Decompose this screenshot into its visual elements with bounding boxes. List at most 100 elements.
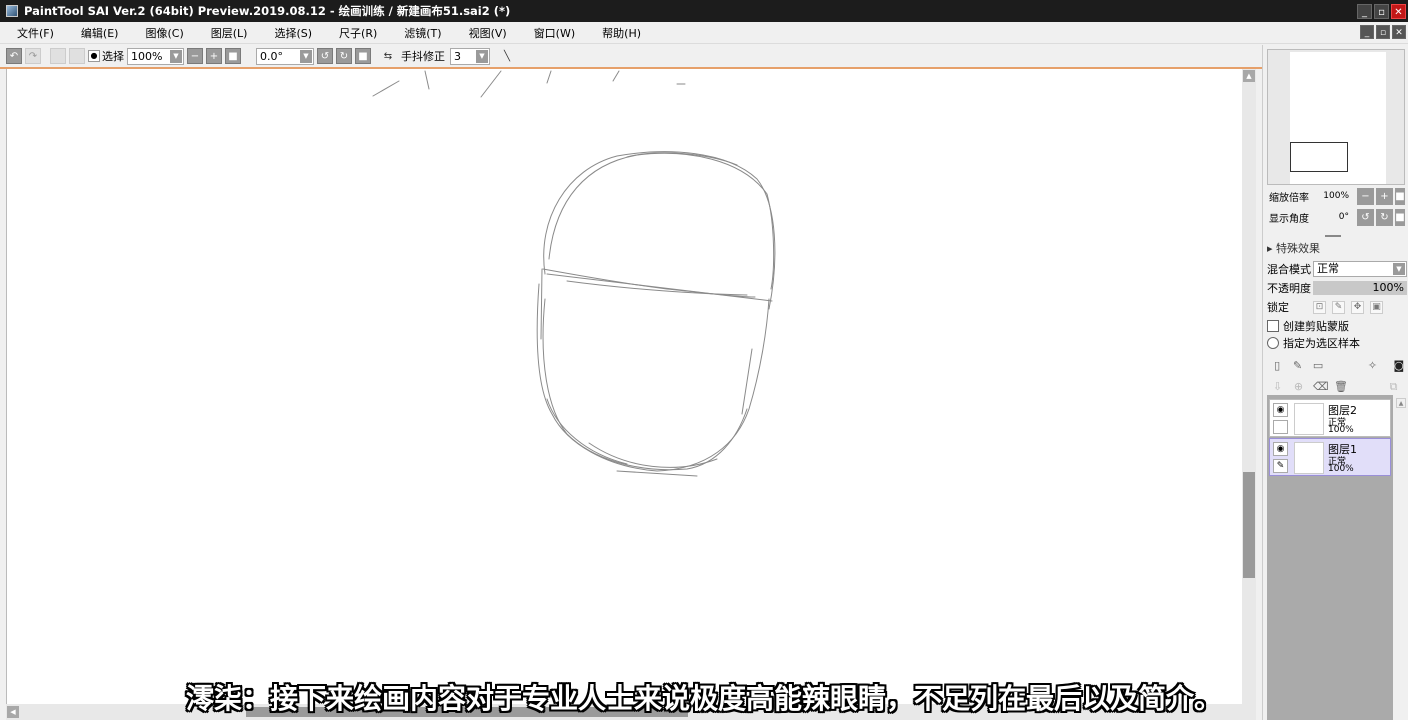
menu-window[interactable]: 窗口(W) [517,25,585,41]
title-bar: PaintTool SAI Ver.2 (64bit) Preview.2019… [0,0,1408,22]
restore-button[interactable]: ▫ [1374,3,1389,19]
rotate-cw-icon[interactable]: ↻ [336,48,352,64]
clipping-checkbox[interactable] [1267,320,1279,332]
vertical-scrollbar[interactable]: ▲ [1242,69,1256,704]
menu-file[interactable]: 文件(F) [0,25,64,41]
layer-thumbnail [1294,442,1324,474]
drawing-canvas[interactable] [6,69,1242,704]
nav-zoom-reset-icon[interactable]: ■ [1395,187,1405,205]
video-subtitle: 澪柒：接下来绘画内容对于专业人士来说极度高能辣眼睛，不足列在最后以及简介。 [185,682,1222,715]
minimize-button[interactable]: _ [1357,3,1372,19]
blend-mode-value: 正常 [1317,262,1339,275]
lock-row: 锁定 ⊡ ✎ ✥ ▣ [1267,298,1407,316]
merge-down-icon[interactable]: ⇩ [1271,380,1284,393]
stabilizer-value: 3 [454,49,461,63]
zoom-in-icon[interactable]: + [206,48,222,64]
chevron-down-icon: ▼ [1393,263,1405,275]
flip-horizontal-icon[interactable]: ⇆ [380,48,396,64]
lock-move-icon[interactable]: ✥ [1351,300,1364,314]
doc-minimize-button[interactable]: _ [1360,25,1374,39]
nav-rotate-ccw-icon[interactable]: ↺ [1357,208,1374,226]
clear-layer-icon[interactable]: ⌫ [1313,380,1329,393]
nav-rotate-cw-icon[interactable]: ↻ [1376,208,1393,226]
special-effects-toggle[interactable]: ▸ 特殊效果 [1267,240,1320,256]
menu-filter[interactable]: 滤镜(T) [387,25,451,41]
pencil-icon[interactable]: ✎ [1273,459,1288,473]
layer-mask-icon[interactable]: ◙ [1393,359,1405,372]
invert-selection-icon[interactable] [69,48,85,64]
opacity-label: 不透明度 [1267,282,1311,295]
doc-restore-button[interactable]: ▫ [1376,25,1390,39]
nav-angle-row: 显示角度 0° ↺ ↻ ■ [1269,208,1407,226]
zoom-out-icon[interactable]: − [187,48,203,64]
menu-image[interactable]: 图像(C) [128,25,193,41]
nav-zoom-row: 缩放倍率 100% − + ■ [1269,187,1407,205]
clipping-row[interactable]: 创建剪贴蒙版 [1267,317,1407,335]
nav-zoom-out-icon[interactable]: − [1357,187,1374,205]
lock-all-icon[interactable]: ▣ [1370,300,1383,314]
nav-zoom-in-icon[interactable]: + [1376,187,1393,205]
blend-mode-select[interactable]: 正常 ▼ [1313,261,1407,277]
layer-item-selected[interactable]: ◉ ✎ 图层1 正常 100% [1269,438,1391,476]
visibility-eye-icon[interactable]: ◉ [1273,403,1288,417]
blend-mode-row: 混合模式 正常 ▼ [1267,260,1407,278]
rotate-reset-icon[interactable]: ■ [355,48,371,64]
stabilizer-label: 手抖修正 [401,50,445,63]
zoom-select[interactable]: 100% ▼ [127,47,184,65]
nav-rotate-reset-icon[interactable]: ■ [1395,208,1405,226]
selection-source-row[interactable]: 指定为选区样本 [1267,334,1407,352]
stabilizer-select[interactable]: 3 ▼ [450,47,490,65]
close-button[interactable]: ✕ [1391,3,1406,19]
toolbar: ↶ ↷ ● 选择 100% ▼ − + ■ 0.0° ▼ ↺ ↻ ■ ⇆ 手抖修… [0,45,1262,69]
straight-line-icon[interactable]: ╲ [499,48,515,64]
menu-view[interactable]: 视图(V) [452,25,517,41]
menu-select[interactable]: 选择(S) [257,25,322,41]
menu-bar: 文件(F) 编辑(E) 图像(C) 图层(L) 选择(S) 尺子(R) 滤镜(T… [0,22,1408,44]
visibility-eye-icon[interactable]: ◉ [1273,442,1288,456]
new-linework-layer-icon[interactable]: ✎ [1291,359,1303,372]
angle-value: 0.0° [260,49,283,63]
layer-tools-row-1: ▯ ✎ ▭ ✧ ◙ [1267,355,1405,375]
chevron-down-icon: ▼ [300,49,312,63]
eye-icon: ● [88,50,100,62]
nav-angle-value[interactable]: 0° [1317,212,1349,222]
special-effects-label: 特殊效果 [1276,242,1321,255]
zoom-reset-icon[interactable]: ■ [225,48,241,64]
new-layer-icon[interactable]: ▯ [1271,359,1283,372]
navigator-preview[interactable] [1267,49,1405,185]
selection-toggle[interactable]: ● 选择 [88,48,124,65]
layer-item[interactable]: ◉ 图层2 正常 100% [1269,399,1391,437]
menu-edit[interactable]: 编辑(E) [64,25,129,41]
right-panel: 缩放倍率 100% − + ■ 显示角度 0° ↺ ↻ ■ ▸ 特殊效果 混合模… [1262,45,1408,720]
scroll-up-icon[interactable]: ▲ [1396,398,1406,408]
navigator-viewport[interactable] [1290,142,1348,172]
layer-list: ◉ 图层2 正常 100% ◉ ✎ 图层1 正常 100% [1267,395,1393,720]
panel-splitter[interactable] [1325,235,1341,237]
merge-visible-icon[interactable]: ⊕ [1292,380,1305,393]
scroll-up-icon[interactable]: ▲ [1243,70,1255,82]
layer-options-icon[interactable]: ⧉ [1387,380,1400,393]
nav-zoom-label: 缩放倍率 [1269,192,1309,204]
opacity-slider[interactable]: 100% [1313,281,1407,295]
selection-source-radio[interactable] [1267,337,1279,349]
undo-icon[interactable]: ↶ [6,48,22,64]
new-folder-icon[interactable]: ▭ [1312,359,1324,372]
menu-ruler[interactable]: 尺子(R) [322,25,387,41]
redo-icon[interactable]: ↷ [25,48,41,64]
zoom-value: 100% [131,49,163,63]
menu-layer[interactable]: 图层(L) [194,25,258,41]
layer-effect-icon[interactable]: ✧ [1366,359,1378,372]
lock-label: 锁定 [1267,301,1289,314]
doc-close-button[interactable]: ✕ [1392,25,1406,39]
deselect-icon[interactable] [50,48,66,64]
lock-transparency-icon[interactable]: ⊡ [1313,300,1326,314]
lock-paint-icon[interactable]: ✎ [1332,300,1345,314]
delete-layer-icon[interactable]: 🗑 [1334,380,1348,393]
angle-select[interactable]: 0.0° ▼ [256,47,314,65]
menu-help[interactable]: 帮助(H) [585,25,651,41]
rotate-ccw-icon[interactable]: ↺ [317,48,333,64]
vertical-scroll-thumb[interactable] [1243,472,1255,578]
layer-list-scrollbar[interactable]: ▲ [1395,395,1407,720]
layer-sub-toggle[interactable] [1273,420,1288,434]
nav-zoom-value[interactable]: 100% [1317,191,1349,201]
